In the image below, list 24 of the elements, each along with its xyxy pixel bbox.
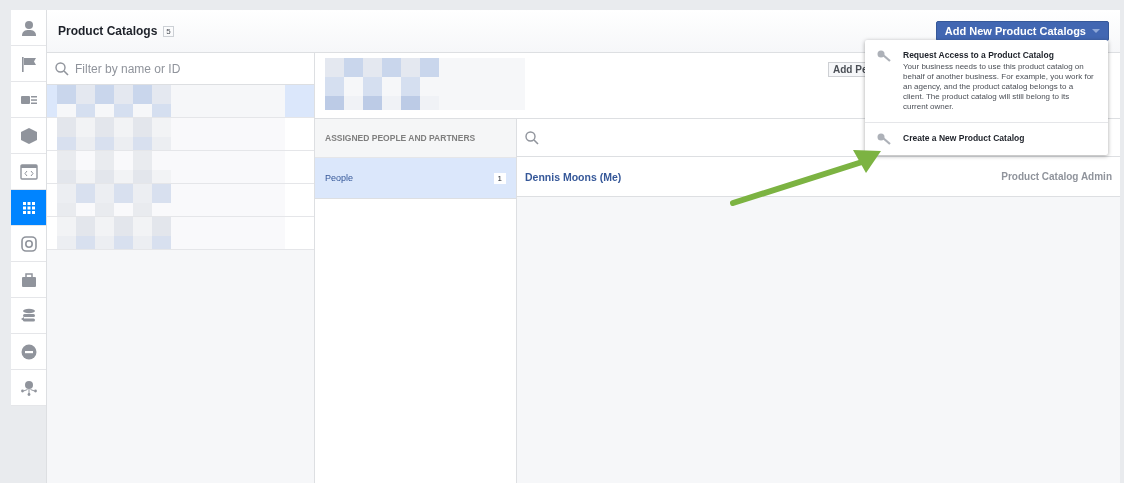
section-label: People	[325, 173, 354, 183]
section-item[interactable]: People 1	[315, 158, 516, 199]
search-icon	[55, 62, 69, 76]
code-icon	[19, 162, 38, 181]
section-heading: ASSIGNED PEOPLE AND PARTNERS	[315, 119, 516, 158]
sync-icon	[19, 306, 38, 325]
sidebar-item[interactable]	[11, 190, 46, 226]
flag-icon	[19, 54, 38, 73]
search-icon	[525, 130, 539, 145]
person-icon	[19, 18, 38, 37]
add-catalogs-button[interactable]: Add New Product Catalogs	[935, 21, 1109, 41]
person-role: Product Catalog Admin	[1001, 171, 1112, 182]
block-icon	[19, 342, 38, 361]
briefcase-icon	[19, 270, 38, 289]
count-badge: 1	[493, 172, 506, 184]
key-icon	[877, 133, 891, 145]
network-icon	[19, 378, 38, 397]
filter-field[interactable]: Filter by name or ID	[47, 53, 314, 85]
person-name[interactable]: Dennis Moons (Me)	[525, 170, 622, 183]
camera-icon	[19, 234, 38, 253]
cube-icon	[19, 126, 38, 145]
count-badge: 5	[163, 25, 174, 37]
page-title: Product Catalogs	[58, 24, 158, 38]
key-icon	[877, 50, 891, 62]
